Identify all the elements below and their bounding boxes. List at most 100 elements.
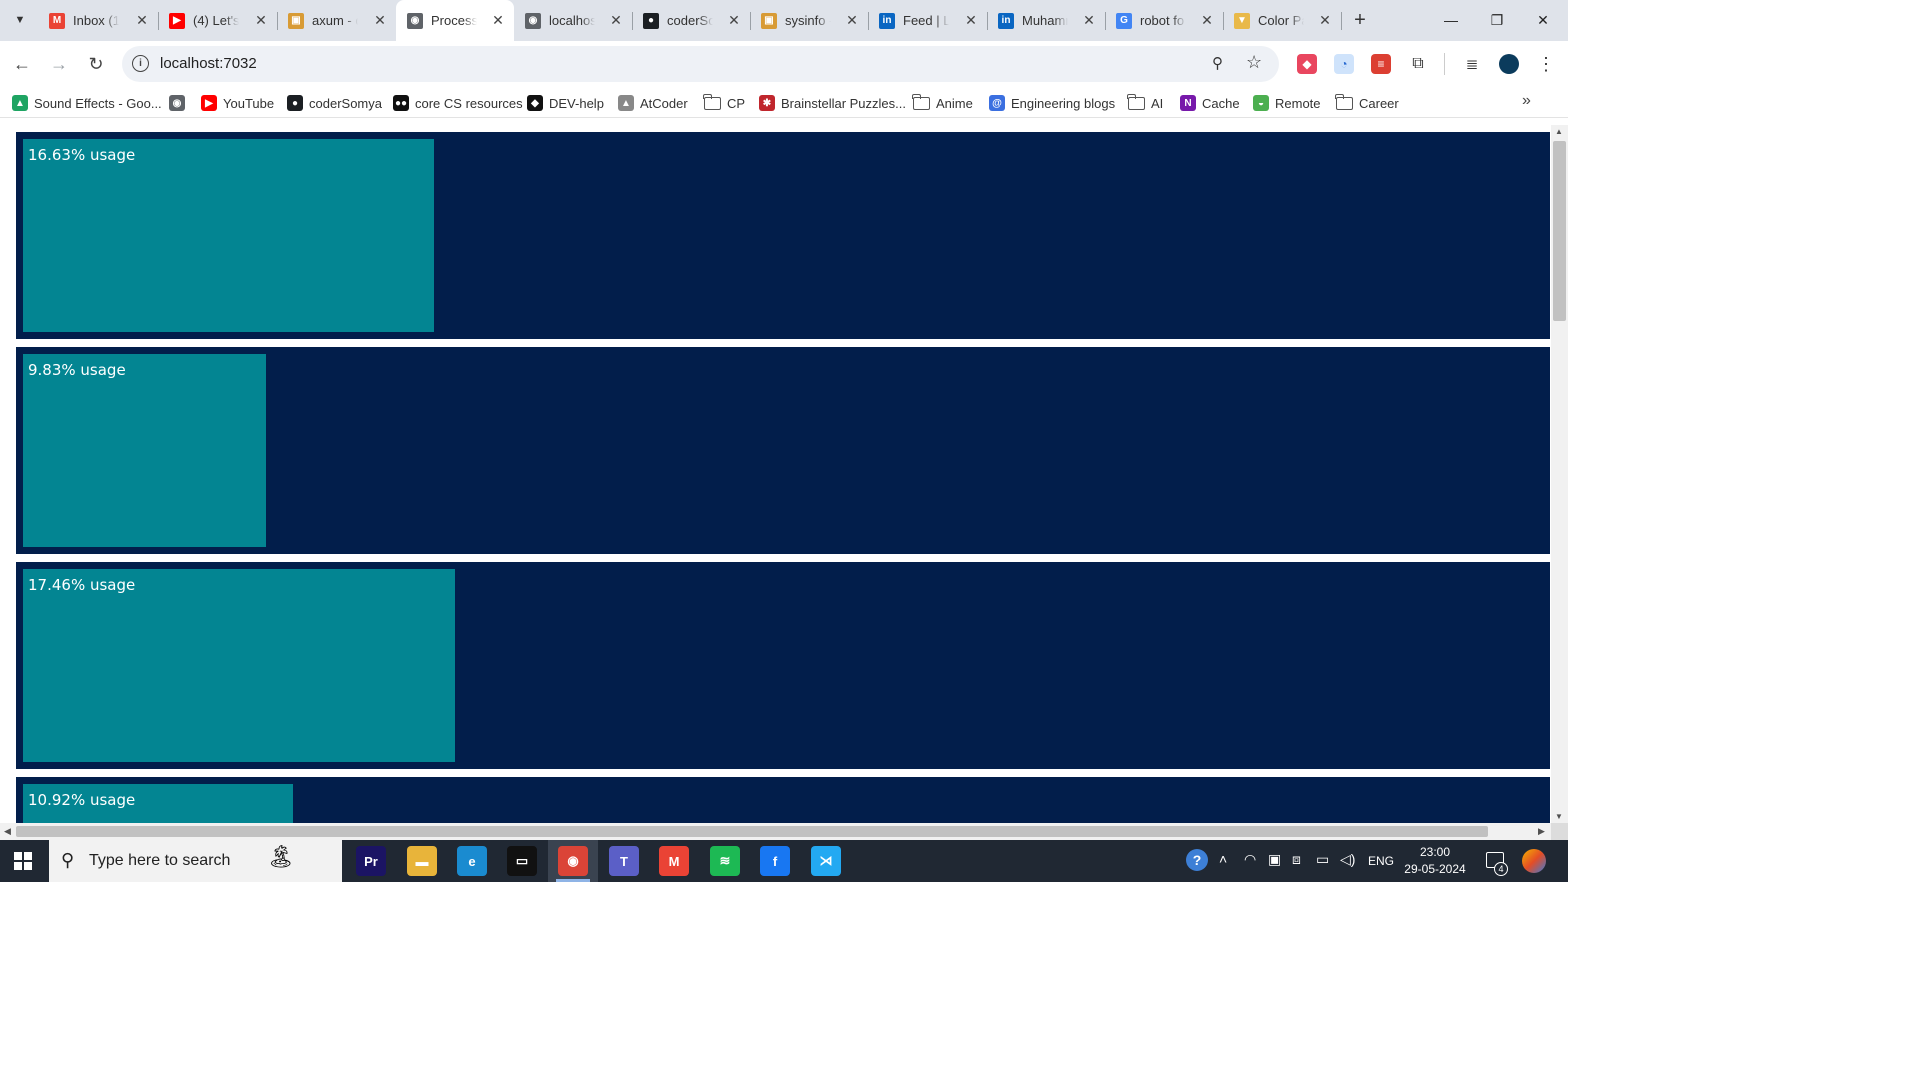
tab-close-icon[interactable]: ✕ (608, 12, 624, 28)
close-window-button[interactable]: ✕ (1520, 0, 1566, 40)
taskbar-app[interactable]: Pr (346, 840, 396, 882)
menu-kebab-icon[interactable]: ⋮ (1536, 54, 1556, 74)
tab-3[interactable]: ◉ Process ✕ (396, 0, 514, 41)
teams-icon[interactable]: T (609, 846, 639, 876)
taskbar-app[interactable]: e (447, 840, 497, 882)
taskbar-app[interactable]: ≋ (700, 840, 750, 882)
address-url[interactable]: localhost:7032 (160, 55, 257, 72)
new-tab-button[interactable]: + (1348, 8, 1372, 32)
vertical-scroll-thumb[interactable] (1553, 141, 1566, 321)
extension-icon[interactable]: ◆ (1297, 54, 1317, 74)
windows-start-icon[interactable] (14, 852, 32, 870)
chrome-icon[interactable]: ◉ (558, 846, 588, 876)
tab-close-icon[interactable]: ✕ (726, 12, 742, 28)
search-highlight-illustration[interactable]: 🏝 (267, 844, 337, 878)
bookmark-item[interactable]: ▲ Sound Effects - Goo... (12, 93, 162, 113)
help-icon[interactable]: ? (1186, 849, 1208, 871)
bookmark-star-icon[interactable]: ☆ (1246, 52, 1266, 72)
bookmark-item[interactable]: ◉ (169, 93, 191, 113)
tab-close-icon[interactable]: ✕ (134, 12, 150, 28)
bookmark-item[interactable]: @ Engineering blogs (989, 93, 1115, 113)
taskbar-app[interactable]: ⋊ (801, 840, 851, 882)
volume-icon[interactable]: ◁) (1340, 851, 1355, 868)
minimize-button[interactable]: — (1428, 0, 1474, 40)
tab-9[interactable]: Grobot fo ✕ (1105, 0, 1224, 41)
edge-icon[interactable]: e (457, 846, 487, 876)
bookmark-item[interactable]: Anime (912, 93, 973, 113)
display-icon[interactable]: ⧈ (1292, 851, 1301, 868)
address-bar[interactable]: i localhost:7032 ⚲ ☆ (122, 46, 1279, 82)
meet-icon[interactable]: ▣ (1268, 851, 1281, 868)
bookmark-item[interactable]: N Cache (1180, 93, 1240, 113)
bookmark-item[interactable]: ◆ DEV-help (527, 93, 604, 113)
weather-widget-icon[interactable] (1522, 849, 1546, 873)
bookmark-item[interactable]: ▲ AtCoder (618, 93, 688, 113)
file-explorer-icon[interactable]: ▬ (407, 846, 437, 876)
tab-close-icon[interactable]: ✕ (372, 12, 388, 28)
taskbar-app[interactable]: ◉ (548, 840, 598, 882)
scroll-up-icon[interactable]: ▲ (1555, 127, 1563, 136)
extension-icon[interactable]: ◔ (1334, 54, 1354, 74)
show-hidden-icons-chevron[interactable]: ˄ (1219, 851, 1227, 867)
tab-5[interactable]: ● coderSo ✕ (632, 0, 751, 41)
tab-close-icon[interactable]: ✕ (1199, 12, 1215, 28)
tab-close-icon[interactable]: ✕ (490, 12, 506, 28)
horizontal-scrollbar[interactable]: ◀ ▶ (0, 823, 1551, 840)
reload-button[interactable]: ↻ (83, 51, 109, 77)
scroll-down-icon[interactable]: ▼ (1555, 812, 1563, 821)
bookmark-item[interactable]: AI (1127, 93, 1163, 113)
premiere-pro-icon[interactable]: Pr (356, 846, 386, 876)
forward-button[interactable]: → (46, 51, 72, 77)
bookmark-item[interactable]: Career (1335, 93, 1399, 113)
system-clock[interactable]: 23:00 29-05-2024 (1404, 844, 1466, 878)
tab-search-chevron-icon[interactable]: ▼ (8, 8, 32, 32)
tab-6[interactable]: ▣ sysinfo - ✕ (750, 0, 869, 41)
bookmark-item[interactable]: CP (703, 93, 745, 113)
media-control-icon[interactable]: ≣ (1462, 54, 1482, 74)
taskbar-app[interactable]: ▭ (497, 840, 547, 882)
taskbar-app[interactable]: M (649, 840, 699, 882)
tab-close-icon[interactable]: ✕ (844, 12, 860, 28)
extension-icon[interactable]: ≡ (1371, 54, 1391, 74)
terminal-icon[interactable]: ▭ (507, 846, 537, 876)
taskbar-app[interactable]: ▬ (397, 840, 447, 882)
vertical-scrollbar[interactable]: ▲ ▼ (1551, 125, 1568, 823)
bookmark-item[interactable]: ▶ YouTube (201, 93, 274, 113)
vscode-icon[interactable]: ⋊ (811, 846, 841, 876)
tab-10[interactable]: ▼ Color Pa ✕ (1223, 0, 1342, 41)
bookmark-item[interactable]: ●● core CS resources (393, 93, 523, 113)
spotify-icon[interactable]: ≋ (710, 846, 740, 876)
scroll-right-icon[interactable]: ▶ (1538, 826, 1545, 837)
bookmark-item[interactable]: ● coderSomya (287, 93, 382, 113)
tab-close-icon[interactable]: ✕ (1081, 12, 1097, 28)
battery-icon[interactable]: ▭ (1316, 851, 1329, 868)
tab-4[interactable]: ◉ localhos ✕ (514, 0, 633, 41)
taskbar-search[interactable]: ⚲ Type here to search 🏝 (49, 840, 342, 882)
extensions-puzzle-icon[interactable]: ⧉ (1408, 54, 1428, 74)
taskbar-app[interactable]: T (599, 840, 649, 882)
bookmarks-overflow-icon[interactable]: » (1522, 92, 1531, 110)
taskbar-search-placeholder[interactable]: Type here to search (89, 852, 230, 870)
tab-close-icon[interactable]: ✕ (253, 12, 269, 28)
zoom-icon[interactable]: ⚲ (1212, 54, 1232, 74)
tab-1[interactable]: ▶ (4) Let's ✕ (158, 0, 278, 41)
horizontal-scroll-thumb[interactable] (16, 826, 1488, 837)
bookmark-item[interactable]: ✱ Brainstellar Puzzles... (759, 93, 906, 113)
tab-close-icon[interactable]: ✕ (1317, 12, 1333, 28)
network-icon[interactable]: ◠ (1244, 851, 1256, 868)
tab-7[interactable]: in Feed | Li ✕ (868, 0, 988, 41)
bookmark-item[interactable]: ◒ Remote (1253, 93, 1321, 113)
language-indicator[interactable]: ENG (1368, 854, 1394, 868)
back-button[interactable]: ← (9, 51, 35, 77)
tab-0[interactable]: M Inbox (1 ✕ (38, 0, 159, 41)
taskbar-app[interactable]: f (750, 840, 800, 882)
profile-avatar[interactable] (1499, 54, 1519, 74)
site-info-icon[interactable]: i (132, 55, 149, 72)
tab-2[interactable]: ▣ axum - c ✕ (277, 0, 397, 41)
gmail-icon[interactable]: M (659, 846, 689, 876)
tab-close-icon[interactable]: ✕ (963, 12, 979, 28)
facebook-icon[interactable]: f (760, 846, 790, 876)
restore-button[interactable]: ❐ (1474, 0, 1520, 40)
scroll-left-icon[interactable]: ◀ (4, 826, 11, 837)
tab-8[interactable]: in Muhamr ✕ (987, 0, 1106, 41)
